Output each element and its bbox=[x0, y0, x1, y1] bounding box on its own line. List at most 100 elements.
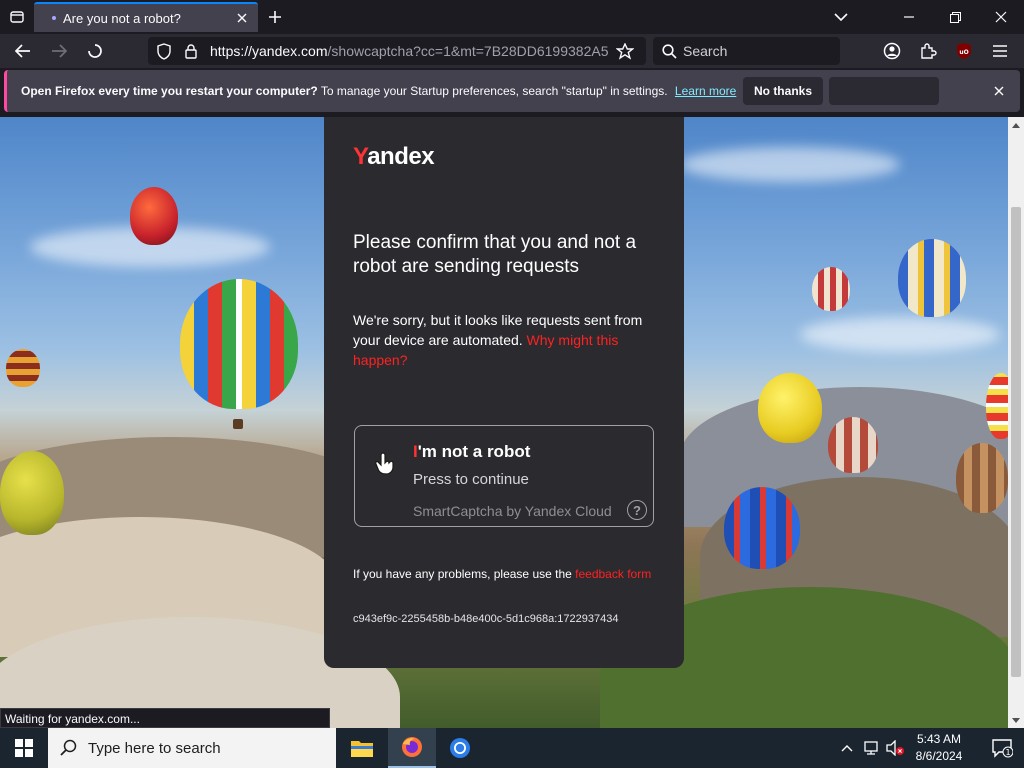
chevron-up-icon bbox=[1012, 122, 1020, 128]
smartcaptcha-brand: SmartCaptcha by Yandex Cloud bbox=[413, 503, 612, 519]
tab-list-icon bbox=[10, 11, 24, 23]
notification-secondary-button[interactable] bbox=[829, 77, 939, 105]
shield-icon bbox=[157, 43, 171, 60]
close-icon bbox=[994, 86, 1004, 96]
star-icon[interactable] bbox=[616, 43, 634, 60]
clock-time: 5:43 AM bbox=[916, 732, 962, 746]
not-a-robot-label-rest: 'm not a robot bbox=[417, 442, 531, 461]
lock-icon bbox=[185, 44, 197, 59]
page-title: Please confirm that you and not a robot … bbox=[353, 232, 637, 277]
feedback-form-link[interactable]: feedback form bbox=[575, 567, 651, 581]
hand-pointer-icon bbox=[375, 452, 394, 475]
vertical-scrollbar[interactable] bbox=[1008, 117, 1024, 728]
url-host: https://yandex.com bbox=[210, 43, 328, 59]
no-thanks-button[interactable]: No thanks bbox=[743, 77, 823, 105]
hot-air-balloon bbox=[828, 417, 878, 473]
network-tray-button[interactable] bbox=[861, 738, 881, 758]
learn-more-link[interactable]: Learn more bbox=[675, 84, 736, 98]
cloud-shape bbox=[800, 317, 1000, 352]
account-icon bbox=[883, 42, 901, 60]
url-bar[interactable]: https://yandex.com/showcaptcha?cc=1&mt=7… bbox=[148, 37, 646, 65]
yandex-logo-rest: andex bbox=[367, 143, 435, 170]
tab-close-button[interactable] bbox=[234, 10, 250, 26]
search-bar[interactable]: Search bbox=[653, 37, 840, 65]
close-icon bbox=[995, 11, 1007, 23]
extensions-button[interactable] bbox=[915, 38, 941, 64]
new-tab-button[interactable] bbox=[264, 6, 286, 28]
tab-active[interactable]: Are you not a robot? bbox=[34, 2, 258, 32]
puzzle-icon bbox=[921, 43, 937, 59]
hot-air-balloon bbox=[898, 239, 966, 317]
scroll-up-button[interactable] bbox=[1008, 117, 1024, 133]
taskbar-clock[interactable]: 5:43 AM 8/6/2024 bbox=[904, 731, 974, 765]
chrome-icon bbox=[450, 738, 470, 758]
problem-notice: If you have any problems, please use the… bbox=[353, 566, 653, 582]
taskbar-chrome[interactable] bbox=[436, 728, 484, 768]
status-bar: Waiting for yandex.com... bbox=[0, 708, 330, 728]
notification-close-button[interactable] bbox=[990, 82, 1008, 100]
hot-air-balloon bbox=[130, 187, 178, 245]
loading-spinner-icon bbox=[88, 44, 102, 58]
minimize-button[interactable] bbox=[886, 0, 932, 34]
show-hidden-icons-button[interactable] bbox=[837, 738, 857, 758]
ublock-button[interactable]: uO bbox=[951, 38, 977, 64]
taskbar-firefox[interactable] bbox=[388, 728, 436, 768]
hot-air-balloon bbox=[812, 267, 850, 311]
close-window-button[interactable] bbox=[978, 0, 1024, 34]
chevron-up-icon bbox=[841, 745, 853, 752]
firefox-view-button[interactable] bbox=[4, 4, 30, 30]
not-a-robot-checkbox[interactable]: I'm not a robot Press to continue SmartC… bbox=[354, 425, 654, 527]
restore-button[interactable] bbox=[932, 0, 978, 34]
tab-title: Are you not a robot? bbox=[63, 10, 181, 26]
speaker-muted-icon bbox=[886, 740, 904, 756]
notification-text: To manage your Startup preferences, sear… bbox=[320, 84, 668, 98]
stop-loading-button[interactable] bbox=[82, 38, 108, 64]
clock-date: 8/6/2024 bbox=[915, 749, 963, 763]
chevron-down-icon bbox=[1012, 717, 1020, 723]
search-icon bbox=[662, 44, 677, 59]
hot-air-balloon bbox=[0, 451, 64, 535]
captcha-description: We're sorry, but it looks like requests … bbox=[353, 310, 653, 370]
svg-text:uO: uO bbox=[959, 49, 968, 56]
chevron-down-icon bbox=[834, 13, 848, 21]
app-menu-button[interactable] bbox=[987, 38, 1013, 64]
windows-taskbar: Type here to search 5:43 AM 8/6/2024 1 bbox=[0, 728, 1024, 768]
windows-logo-icon bbox=[15, 739, 33, 757]
problem-text: If you have any problems, please use the bbox=[353, 567, 572, 581]
minimize-icon bbox=[904, 16, 914, 18]
volume-tray-button[interactable] bbox=[885, 738, 905, 758]
url-text[interactable]: https://yandex.com/showcaptcha?cc=1&mt=7… bbox=[210, 43, 608, 59]
hamburger-menu-icon bbox=[993, 45, 1007, 57]
balloon-basket bbox=[233, 419, 243, 429]
help-icon[interactable]: ? bbox=[627, 500, 647, 520]
hot-air-balloon bbox=[956, 443, 1008, 513]
plus-icon bbox=[269, 11, 281, 23]
restore-icon bbox=[949, 11, 961, 23]
hot-air-balloon bbox=[724, 487, 800, 569]
list-all-tabs-button[interactable] bbox=[818, 0, 864, 34]
scrollbar-thumb[interactable] bbox=[1011, 207, 1021, 677]
cloud-shape bbox=[680, 147, 900, 182]
notification-message: Open Firefox every time you restart your… bbox=[21, 84, 736, 98]
notification-bold-text: Open Firefox every time you restart your… bbox=[21, 84, 318, 98]
taskbar-search-placeholder: Type here to search bbox=[88, 740, 221, 757]
loading-dot-icon bbox=[52, 16, 56, 20]
account-button[interactable] bbox=[879, 38, 905, 64]
taskbar-search-box[interactable]: Type here to search bbox=[48, 728, 336, 768]
request-token: c943ef9c-2255458b-b48e400c-5d1c968a:1722… bbox=[353, 613, 619, 625]
firefox-icon bbox=[402, 737, 422, 757]
captcha-card: Yandex Please confirm that you and not a… bbox=[324, 117, 684, 668]
search-icon bbox=[60, 739, 77, 756]
notification-center-button[interactable]: 1 bbox=[980, 728, 1024, 768]
tab-strip: Are you not a robot? bbox=[0, 0, 1024, 34]
hot-air-balloon bbox=[986, 373, 1008, 439]
press-to-continue-label: Press to continue bbox=[413, 471, 529, 488]
back-button[interactable] bbox=[10, 38, 36, 64]
close-icon bbox=[237, 13, 247, 23]
scroll-down-button[interactable] bbox=[1008, 712, 1024, 728]
forward-button[interactable] bbox=[46, 38, 72, 64]
arrow-right-icon bbox=[52, 44, 67, 58]
hot-air-balloon bbox=[6, 349, 40, 387]
start-button[interactable] bbox=[0, 728, 48, 768]
taskbar-file-explorer[interactable] bbox=[338, 728, 386, 768]
